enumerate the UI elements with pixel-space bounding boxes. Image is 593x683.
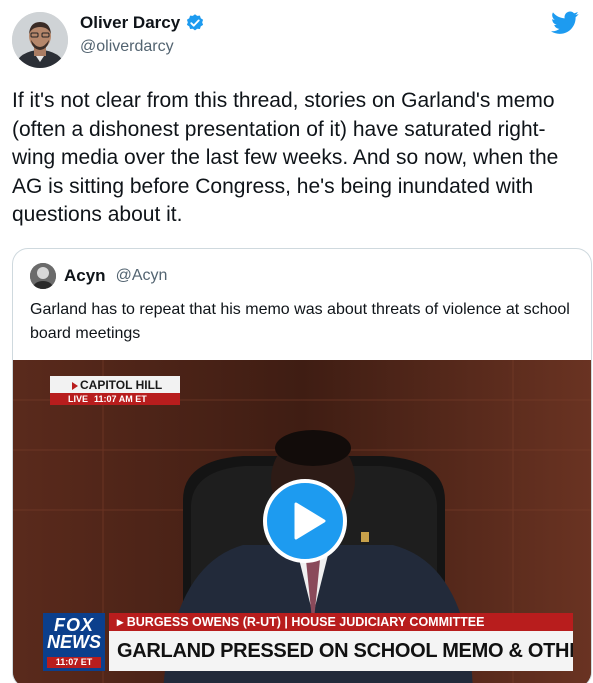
- author-name-row: Oliver Darcy: [80, 13, 205, 33]
- play-button[interactable]: [263, 479, 347, 563]
- fox-news-logo: FOX NEWS 11:07 ET: [43, 613, 105, 671]
- author-handle[interactable]: @oliverdarcy: [80, 38, 205, 56]
- lower-third: FOX NEWS 11:07 ET ▸ BURGESS OWENS (R-UT)…: [43, 613, 573, 671]
- bug-live-row: LIVE 11:07 AM ET: [50, 393, 180, 405]
- author-name[interactable]: Oliver Darcy: [80, 13, 180, 33]
- quoted-author-name: Acyn: [64, 266, 106, 285]
- bug-time: 11:07 AM ET: [94, 394, 147, 404]
- play-icon: [294, 502, 326, 540]
- bug-location: CAPITOL HILL: [50, 376, 180, 393]
- quoted-tweet-header: Acyn @Acyn: [30, 263, 167, 289]
- bug-live-label: LIVE: [68, 394, 89, 404]
- author-block: Oliver Darcy @oliverdarcy: [80, 13, 205, 56]
- live-bug: CAPITOL HILL LIVE 11:07 AM ET: [50, 376, 180, 405]
- quoted-author-handle: @Acyn: [115, 267, 168, 284]
- author-avatar[interactable]: [12, 12, 68, 68]
- quoted-tweet-text: Garland has to repeat that his memo was …: [30, 301, 570, 342]
- headline-strip: GARLAND PRESSED ON SCHOOL MEMO & OTHER I…: [109, 631, 573, 671]
- quoted-tweet[interactable]: Acyn @Acyn Garland has to repeat that hi…: [12, 248, 592, 683]
- twitter-bird-icon[interactable]: [551, 11, 579, 35]
- quoted-author-avatar: [30, 263, 56, 289]
- logo-time: 11:07 ET: [47, 657, 101, 668]
- video-player[interactable]: CAPITOL HILL LIVE 11:07 AM ET FOX NEWS 1…: [13, 360, 591, 683]
- verified-badge-icon: [185, 13, 205, 33]
- logo-bottom-text: NEWS: [47, 632, 101, 652]
- tweet-card: Oliver Darcy @oliverdarcy If it's not cl…: [0, 0, 593, 683]
- tweet-text: If it's not clear from this thread, stor…: [12, 89, 559, 226]
- speaker-strip: ▸ BURGESS OWENS (R-UT) | HOUSE JUDICIARY…: [109, 613, 573, 631]
